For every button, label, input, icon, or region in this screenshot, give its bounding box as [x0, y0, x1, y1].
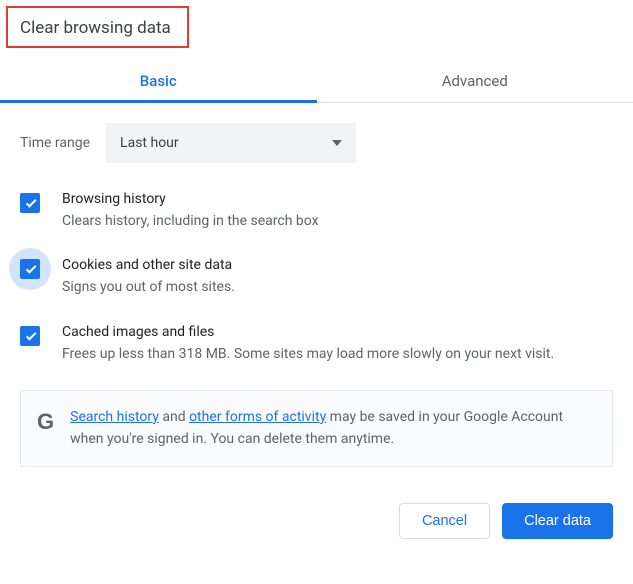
caret-down-icon — [332, 140, 342, 146]
option-title: Browsing history — [62, 191, 613, 207]
clear-browsing-data-dialog: Clear browsing data Basic Advanced Time … — [0, 0, 633, 555]
tab-basic[interactable]: Basic — [0, 58, 317, 102]
option-desc: Frees up less than 318 MB. Some sites ma… — [62, 344, 613, 364]
google-logo-icon: G — [37, 411, 54, 433]
browsing-history-checkbox[interactable] — [20, 193, 40, 213]
time-range-value: Last hour — [120, 135, 179, 151]
time-range-row: Time range Last hour — [20, 123, 613, 163]
cookies-checkbox[interactable] — [20, 259, 40, 279]
dialog-title: Clear browsing data — [20, 18, 171, 38]
checkmark-icon — [25, 263, 36, 274]
checkbox-wrap — [20, 259, 40, 279]
option-title: Cached images and files — [62, 324, 613, 340]
tab-basic-label: Basic — [140, 72, 177, 90]
checkbox-wrap — [20, 193, 40, 213]
search-history-link[interactable]: Search history — [70, 409, 159, 425]
option-desc: Signs you out of most sites. — [62, 277, 613, 297]
time-range-select[interactable]: Last hour — [106, 123, 356, 163]
checkmark-icon — [25, 197, 36, 208]
option-text: Browsing history Clears history, includi… — [62, 191, 613, 231]
dialog-title-highlight: Clear browsing data — [6, 6, 189, 48]
tab-advanced[interactable]: Advanced — [317, 58, 633, 102]
checkbox-wrap — [20, 326, 40, 346]
dialog-footer: Cancel Clear data — [0, 467, 633, 555]
option-text: Cookies and other site data Signs you ou… — [62, 257, 613, 297]
cancel-button[interactable]: Cancel — [399, 503, 490, 539]
time-range-label: Time range — [20, 135, 90, 151]
info-text: Search history and other forms of activi… — [70, 407, 596, 450]
checkmark-icon — [25, 330, 36, 341]
tabs: Basic Advanced — [0, 58, 633, 103]
option-cache: Cached images and files Frees up less th… — [20, 324, 613, 364]
clear-data-button[interactable]: Clear data — [502, 503, 613, 539]
info-mid: and — [159, 409, 189, 425]
option-text: Cached images and files Frees up less th… — [62, 324, 613, 364]
option-desc: Clears history, including in the search … — [62, 211, 613, 231]
option-title: Cookies and other site data — [62, 257, 613, 273]
google-account-info: G Search history and other forms of acti… — [20, 390, 613, 467]
other-activity-link[interactable]: other forms of activity — [189, 409, 326, 425]
cache-checkbox[interactable] — [20, 326, 40, 346]
option-cookies: Cookies and other site data Signs you ou… — [20, 257, 613, 297]
dialog-content: Time range Last hour Browsing history Cl… — [0, 103, 633, 467]
option-browsing-history: Browsing history Clears history, includi… — [20, 191, 613, 231]
tab-advanced-label: Advanced — [442, 72, 508, 90]
